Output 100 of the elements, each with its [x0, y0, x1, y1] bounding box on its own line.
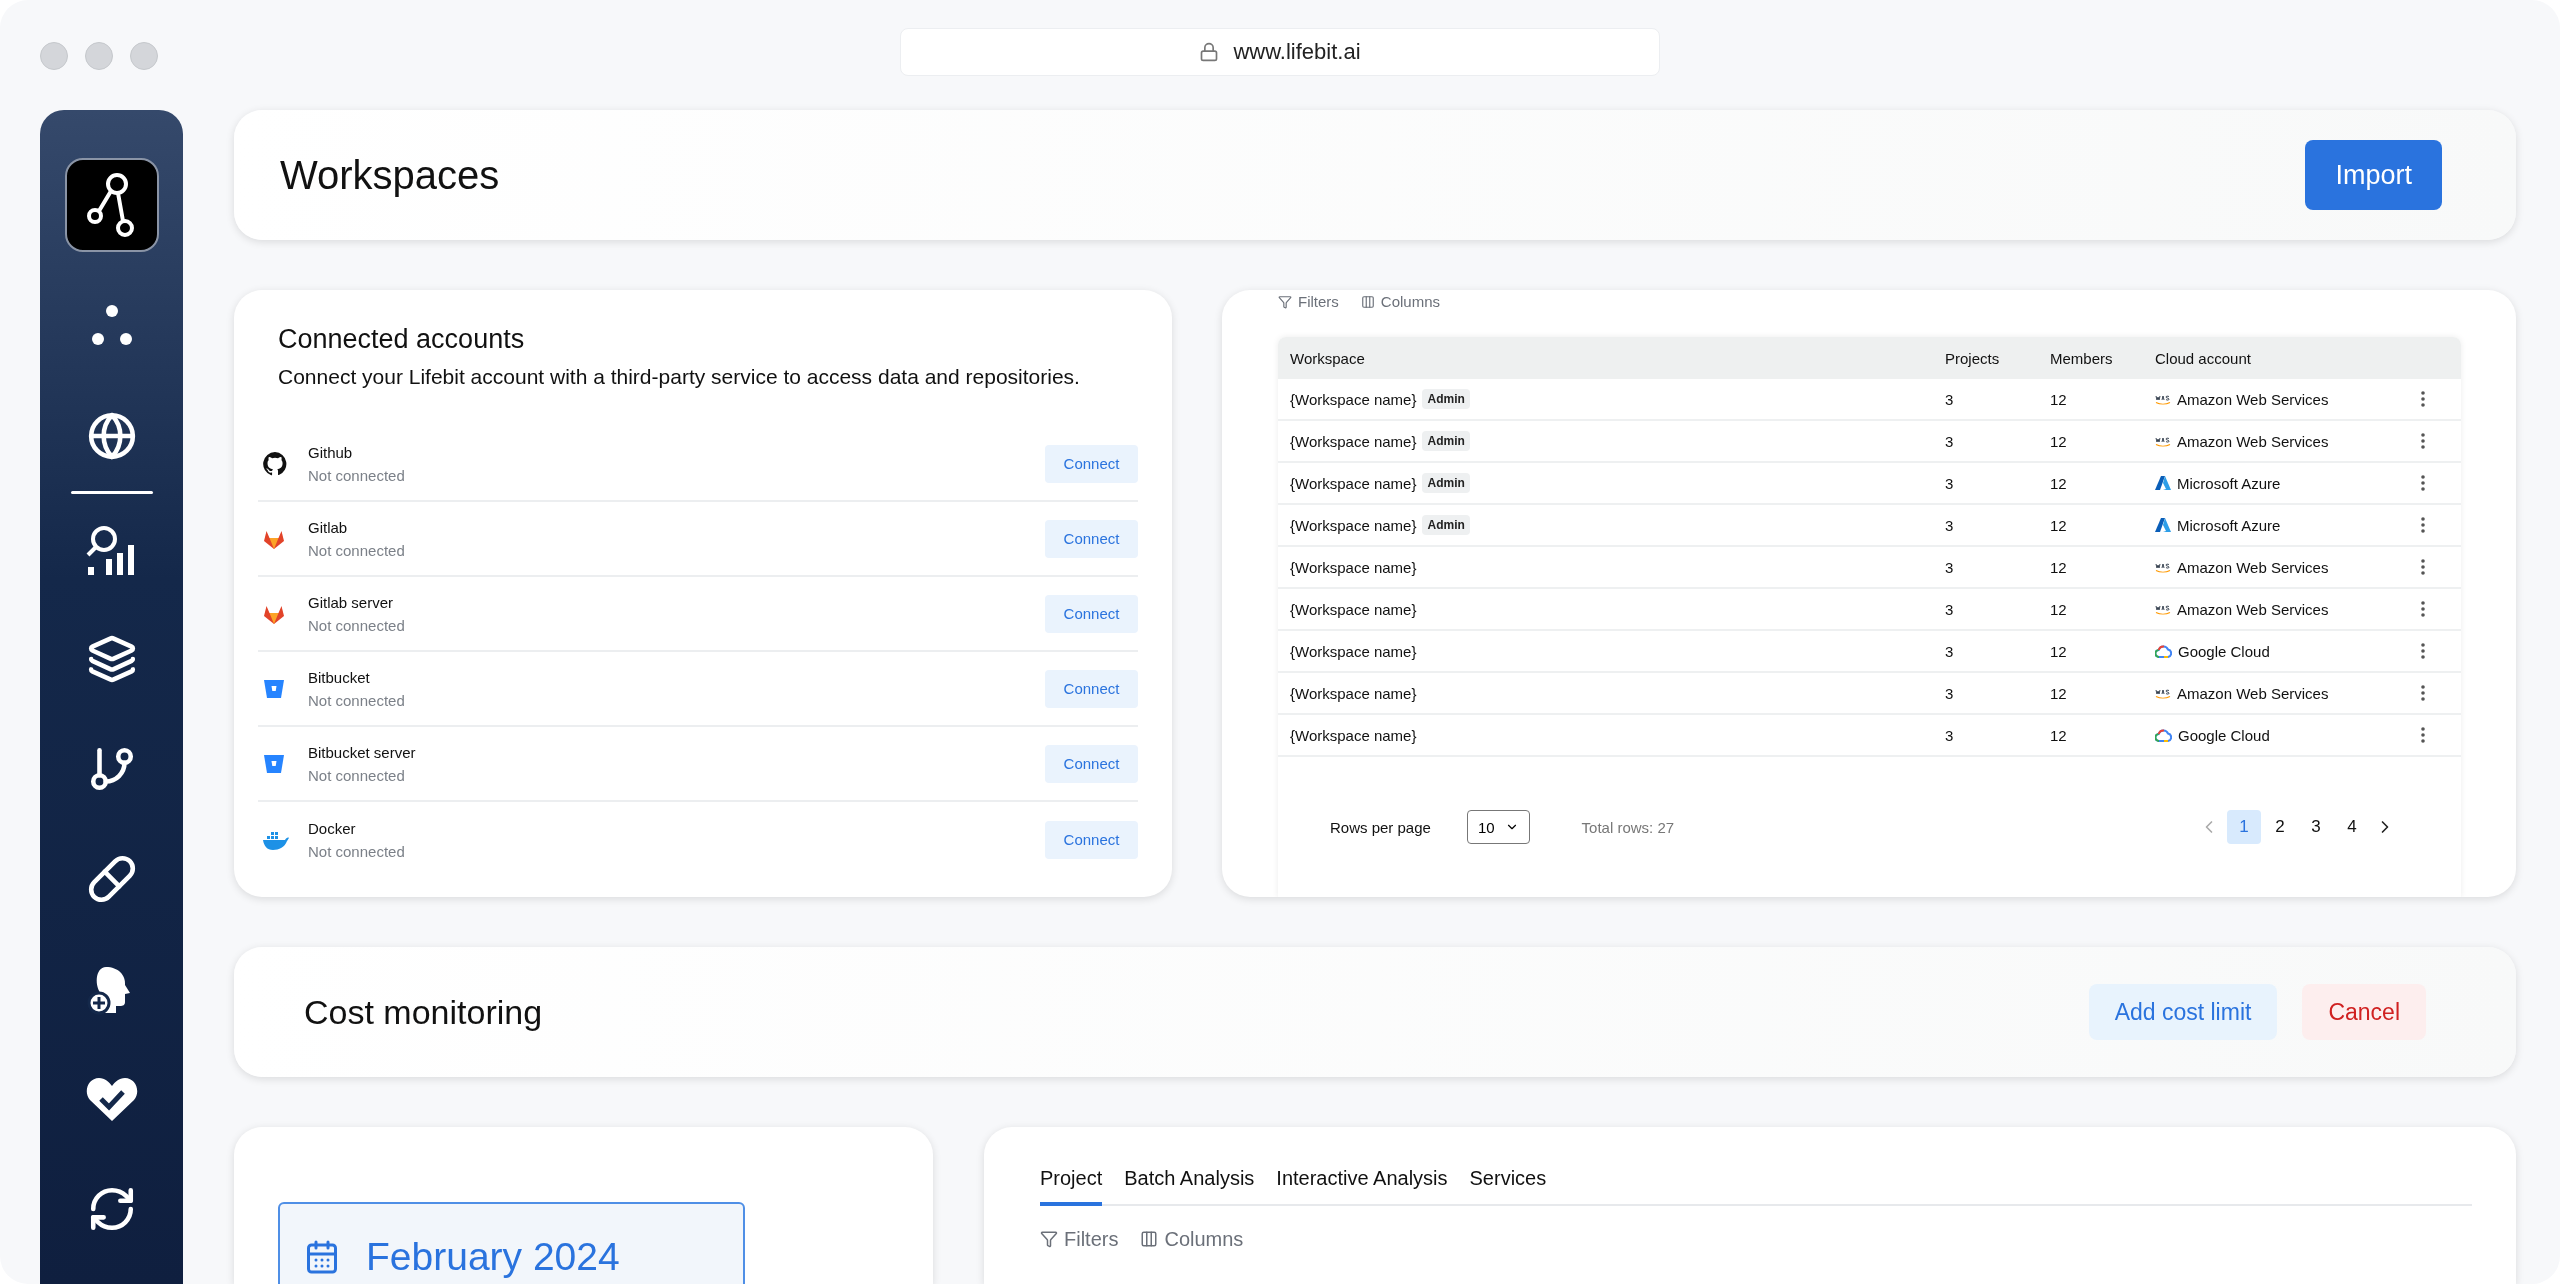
table-cell-text: 3 — [1945, 642, 1955, 660]
table-cell-text: 3 — [1945, 558, 1955, 576]
account-status: Not connected — [308, 466, 406, 484]
workspace-name: {Workspace name} — [1290, 558, 1417, 576]
window-control[interactable] — [40, 42, 68, 70]
filter-icon — [1278, 294, 1292, 309]
more-icon — [2421, 517, 2425, 533]
column-header: Members — [2050, 349, 2114, 367]
window-control[interactable] — [130, 42, 158, 70]
columns-icon — [1140, 1230, 1159, 1248]
table-cell-text: 12 — [2050, 390, 2068, 408]
cloud-account: Amazon Web Services — [2177, 390, 2329, 408]
page-button[interactable]: 4 — [2335, 810, 2369, 844]
more-icon — [2421, 643, 2425, 659]
account-status: Not connected — [308, 691, 406, 709]
account-name: Docker — [308, 819, 357, 837]
workspace-name: {Workspace name} — [1290, 684, 1417, 702]
table-cell-text: 12 — [2050, 474, 2068, 492]
connect-button[interactable]: Connect — [1045, 594, 1138, 633]
connect-button[interactable]: Connect — [1045, 444, 1138, 483]
page-button[interactable]: 3 — [2299, 810, 2333, 844]
more-icon — [2421, 433, 2425, 449]
columns-icon — [1360, 294, 1375, 309]
cloud-account: Microsoft Azure — [2177, 516, 2281, 534]
cloud-account: Amazon Web Services — [2177, 558, 2329, 576]
azure-logo-icon — [2155, 476, 2171, 490]
url-text: www.lifebit.ai — [1233, 39, 1361, 65]
account-name: Bitbucket — [308, 668, 371, 686]
cloud-account: Amazon Web Services — [2177, 684, 2329, 702]
more-icon — [2421, 475, 2425, 491]
filter-icon — [1040, 1230, 1058, 1248]
columns-button[interactable]: Columns — [1360, 293, 1441, 310]
workspace-name: {Workspace name} — [1290, 642, 1417, 660]
more-icon — [2421, 601, 2425, 617]
connect-button[interactable]: Connect — [1045, 744, 1138, 783]
role-badge: Admin — [1422, 431, 1470, 451]
octocat-icon — [262, 450, 288, 477]
role-badge: Admin — [1422, 473, 1470, 493]
table-cell-text: 3 — [1945, 600, 1955, 618]
window-control[interactable] — [85, 42, 113, 70]
tab[interactable]: Interactive Analysis — [1276, 1167, 1448, 1206]
columns-button[interactable]: Columns — [1140, 1227, 1244, 1251]
card-description: Connect your Lifebit account with a third-party service to access data and repositories. — [278, 365, 1081, 389]
table-cell-text: 3 — [1945, 516, 1955, 534]
card-title: Connected accounts — [278, 324, 526, 355]
role-badge: Admin — [1422, 389, 1470, 409]
aws-logo-icon — [2155, 687, 2171, 699]
cloud-account: Google Cloud — [2178, 726, 2270, 744]
more-icon — [2421, 391, 2425, 407]
aws-logo-icon — [2155, 393, 2171, 405]
role-badge: Admin — [1422, 515, 1470, 535]
tab[interactable]: Services — [1469, 1167, 1547, 1206]
workspace-name: {Workspace name} — [1290, 432, 1417, 450]
calendar-icon — [304, 1239, 340, 1275]
table-cell-text: 12 — [2050, 558, 2068, 576]
account-name: Gitlab server — [308, 593, 395, 611]
azure-logo-icon — [2155, 518, 2171, 532]
aws-logo-icon — [2155, 435, 2171, 447]
rows-per-page-label: Rows per page — [1330, 818, 1431, 836]
cloud-account: Microsoft Azure — [2177, 474, 2281, 492]
aws-logo-icon — [2155, 603, 2171, 615]
filters-button[interactable]: Filters — [1278, 293, 1339, 310]
tab[interactable]: Project — [1040, 1167, 1103, 1206]
app-logo[interactable] — [64, 158, 159, 252]
account-name: Github — [308, 443, 354, 461]
table-cell-text: 12 — [2050, 642, 2068, 660]
account-name: Bitbucket server — [308, 743, 417, 761]
cloud-account: Amazon Web Services — [2177, 432, 2329, 450]
workspace-name: {Workspace name} — [1290, 600, 1417, 618]
rows-per-page-select[interactable]: 10 — [1466, 810, 1530, 844]
import-button[interactable]: Import — [2305, 140, 2442, 210]
month-picker[interactable]: February 2024 — [278, 1202, 745, 1284]
page-button[interactable]: 2 — [2263, 810, 2297, 844]
account-status: Not connected — [308, 616, 406, 634]
account-status: Not connected — [308, 541, 406, 559]
connect-button[interactable]: Connect — [1045, 669, 1138, 708]
workspace-name: {Workspace name} — [1290, 474, 1417, 492]
workspace-name: {Workspace name} — [1290, 726, 1417, 744]
connect-button[interactable]: Connect — [1045, 519, 1138, 558]
table-cell-text: 3 — [1945, 684, 1955, 702]
section-title: Cost monitoring — [304, 992, 543, 1032]
add-limit-button[interactable]: Add cost limit — [2088, 984, 2278, 1040]
table-cell-text: 3 — [1945, 726, 1955, 744]
column-header: Projects — [1945, 349, 2001, 367]
connect-button[interactable]: Connect — [1045, 820, 1138, 859]
cloud-logo-icon — [2155, 644, 2172, 658]
address-bar[interactable]: www.lifebit.ai — [900, 28, 1660, 76]
account-status: Not connected — [308, 766, 406, 784]
account-name: Gitlab — [308, 518, 349, 536]
cancel-button[interactable]: Cancel — [2302, 984, 2426, 1040]
column-header: Cloud account — [2155, 349, 2252, 367]
page-button[interactable]: 1 — [2227, 810, 2261, 844]
table-cell-text: 12 — [2050, 600, 2068, 618]
table-cell-text: 12 — [2050, 726, 2068, 744]
filters-button[interactable]: Filters — [1040, 1227, 1119, 1251]
cloud-account: Amazon Web Services — [2177, 600, 2329, 618]
tab[interactable]: Batch Analysis — [1124, 1167, 1255, 1206]
workspace-name: {Workspace name} — [1290, 390, 1417, 408]
table-cell-text: 3 — [1945, 432, 1955, 450]
workspace-name: {Workspace name} — [1290, 516, 1417, 534]
